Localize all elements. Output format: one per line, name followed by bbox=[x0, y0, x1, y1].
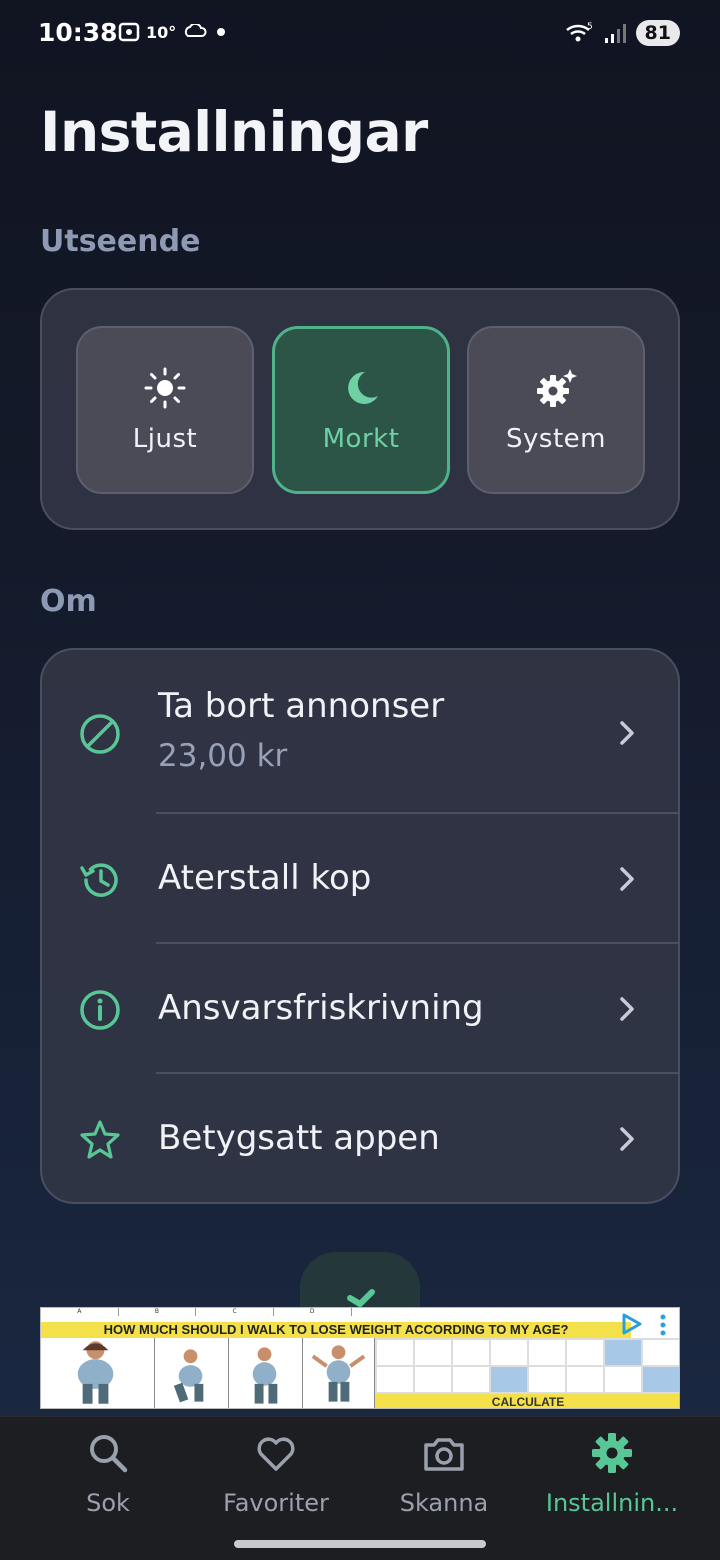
theme-dark-button[interactable]: Morkt bbox=[272, 326, 450, 494]
ad-col-c: C bbox=[196, 1308, 274, 1316]
screen-record-icon bbox=[118, 22, 140, 42]
ad-illustration bbox=[311, 1338, 375, 1408]
ad-illustration bbox=[252, 1338, 303, 1408]
page-title: Installningar bbox=[40, 100, 428, 164]
weather-temperature: 10° bbox=[146, 22, 177, 42]
nav-settings-label: Installnin... bbox=[545, 1489, 679, 1517]
dot-icon bbox=[217, 28, 226, 36]
nav-scan[interactable]: Skanna bbox=[354, 1431, 534, 1541]
theme-light-label: Ljust bbox=[132, 424, 198, 454]
search-icon bbox=[90, 1435, 128, 1473]
disclaimer-title: Ansvarsfriskrivning bbox=[158, 988, 484, 1028]
ad-table bbox=[375, 1338, 679, 1394]
chevron-right-icon bbox=[620, 1127, 634, 1151]
ad-menu-icon[interactable] bbox=[659, 1314, 667, 1336]
weather-icon bbox=[185, 24, 207, 37]
nav-favorites-label: Favoriter bbox=[223, 1489, 329, 1517]
ad-col-d: D bbox=[274, 1308, 352, 1316]
check-icon bbox=[347, 1289, 375, 1307]
nav-settings[interactable]: Installnin... bbox=[522, 1431, 702, 1541]
rate-app-row[interactable]: Betygsatt appen bbox=[42, 1074, 678, 1202]
theme-system-button[interactable]: System bbox=[467, 326, 645, 494]
remove-ads-title: Ta bort annonser bbox=[158, 686, 445, 726]
status-bar: 10:38 10° 5 81 bbox=[0, 0, 720, 68]
chevron-right-icon bbox=[620, 867, 634, 891]
rate-app-title: Betygsatt appen bbox=[158, 1118, 440, 1158]
battery-indicator: 81 bbox=[635, 20, 680, 46]
gear-sparkle-icon bbox=[537, 369, 577, 407]
ad-banner[interactable]: A B C D HOW MUCH SHOULD I WALK TO LOSE W… bbox=[40, 1307, 680, 1409]
status-time: 10:38 bbox=[38, 18, 118, 47]
ad-illustration bbox=[173, 1338, 229, 1408]
camera-icon bbox=[424, 1438, 464, 1471]
block-icon bbox=[80, 714, 120, 754]
remove-ads-row[interactable]: Ta bort annonser 23,00 kr bbox=[42, 650, 678, 812]
ad-col-a: A bbox=[41, 1308, 119, 1316]
info-icon bbox=[80, 990, 120, 1030]
ad-cta[interactable]: CALCULATE bbox=[375, 1394, 679, 1408]
restore-icon bbox=[80, 863, 118, 897]
settings-icon bbox=[592, 1433, 632, 1473]
heart-icon bbox=[257, 1437, 295, 1471]
home-indicator[interactable] bbox=[234, 1540, 486, 1548]
remove-ads-price: 23,00 kr bbox=[158, 738, 288, 774]
ad-choices-icon[interactable] bbox=[619, 1312, 643, 1336]
chevron-right-icon bbox=[620, 997, 634, 1021]
about-card: Ta bort annonser 23,00 kr Aterstall kop … bbox=[40, 648, 680, 1204]
restore-purchase-title: Aterstall kop bbox=[158, 858, 372, 898]
nav-search-label: Sok bbox=[86, 1489, 130, 1517]
ad-headline: HOW MUCH SHOULD I WALK TO LOSE WEIGHT AC… bbox=[41, 1322, 631, 1338]
nav-scan-label: Skanna bbox=[399, 1489, 489, 1517]
ad-column-headers: A B C D bbox=[41, 1308, 679, 1316]
theme-dark-label: Morkt bbox=[322, 424, 400, 454]
signal-icon bbox=[604, 24, 626, 43]
ad-col-b: B bbox=[119, 1308, 197, 1316]
ad-illustration bbox=[77, 1338, 155, 1408]
status-notifications: 10° bbox=[118, 22, 228, 42]
theme-selector-card: Ljust Morkt System bbox=[40, 288, 680, 530]
star-icon bbox=[80, 1120, 120, 1159]
nav-search[interactable]: Sok bbox=[18, 1431, 198, 1541]
chevron-right-icon bbox=[620, 721, 634, 745]
disclaimer-row[interactable]: Ansvarsfriskrivning bbox=[42, 944, 678, 1072]
about-section-label: Om bbox=[40, 584, 97, 619]
moon-icon bbox=[348, 371, 378, 404]
network-type: 5 bbox=[587, 22, 593, 32]
bottom-navigation: Sok Favoriter Skanna Installnin... bbox=[0, 1416, 720, 1560]
wifi-icon: 5 bbox=[565, 22, 593, 42]
sun-icon bbox=[144, 367, 186, 409]
status-system: 5 81 bbox=[564, 20, 680, 46]
restore-purchase-row[interactable]: Aterstall kop bbox=[42, 814, 678, 942]
nav-favorites[interactable]: Favoriter bbox=[186, 1431, 366, 1541]
appearance-section-label: Utseende bbox=[40, 224, 201, 259]
theme-light-button[interactable]: Ljust bbox=[76, 326, 254, 494]
theme-system-label: System bbox=[506, 424, 606, 454]
